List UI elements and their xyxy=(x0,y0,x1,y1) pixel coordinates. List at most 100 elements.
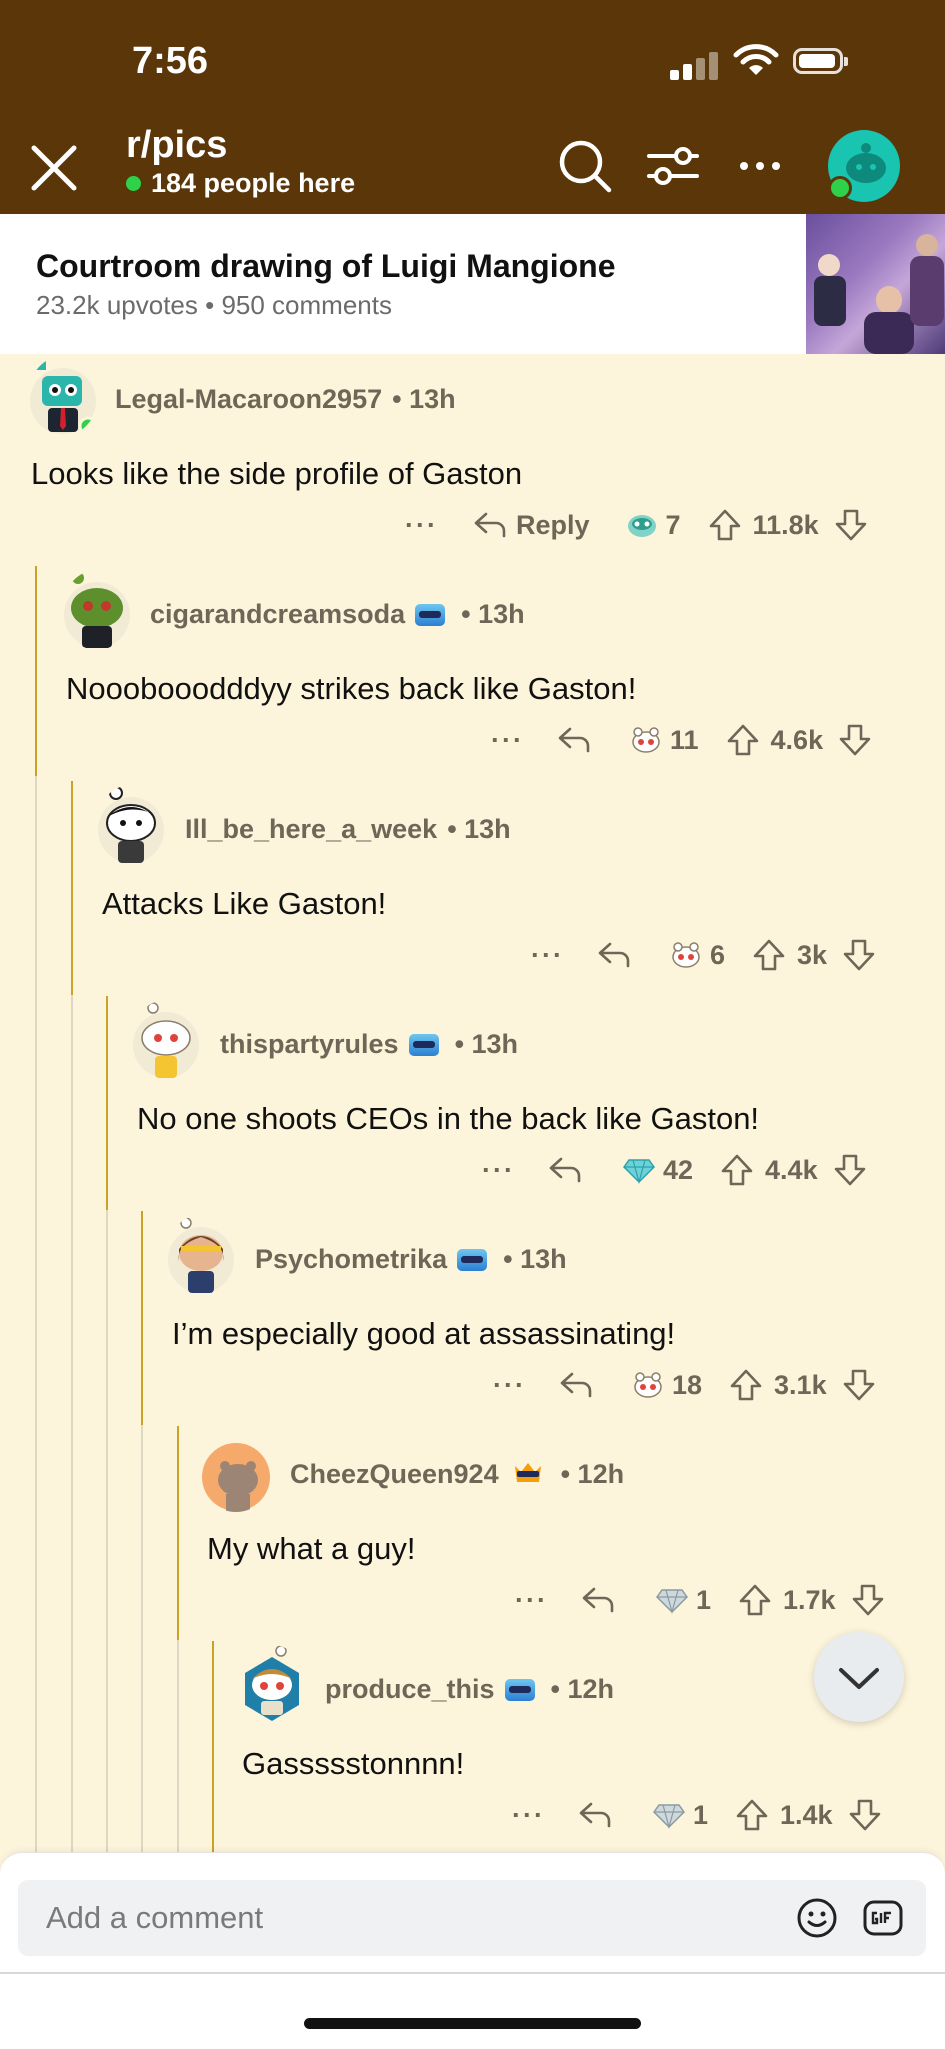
thread-line[interactable] xyxy=(106,1210,108,1852)
award[interactable]: 6 xyxy=(670,940,725,971)
comment-actions: ··· 1 1.4k xyxy=(512,1795,883,1835)
post-thumbnail[interactable] xyxy=(806,214,945,354)
upvote-icon[interactable] xyxy=(725,722,761,758)
award[interactable]: 42 xyxy=(623,1155,693,1186)
reply-icon[interactable] xyxy=(596,940,632,970)
comment-text: Attacks Like Gaston! xyxy=(102,886,387,921)
snoo-award-icon xyxy=(632,727,660,753)
online-count-text: 184 people here xyxy=(151,168,356,198)
user-avatar[interactable] xyxy=(96,785,166,865)
downvote-icon[interactable] xyxy=(832,1152,868,1188)
downvote-icon[interactable] xyxy=(833,507,869,543)
user-avatar[interactable] xyxy=(201,1442,271,1512)
user-avatar[interactable] xyxy=(131,1000,201,1080)
reply-icon[interactable] xyxy=(558,1370,594,1400)
comment-input[interactable]: Add a comment xyxy=(18,1880,926,1956)
downvote-icon[interactable] xyxy=(841,1367,877,1403)
more-options-icon[interactable]: ··· xyxy=(405,510,438,541)
downvote-icon[interactable] xyxy=(841,937,877,973)
thread-line[interactable] xyxy=(35,776,37,1852)
comment-author[interactable]: thispartyrules • 13h xyxy=(220,1029,518,1060)
reply-icon[interactable] xyxy=(580,1585,616,1615)
author-name[interactable]: Ill_be_here_a_week xyxy=(185,814,437,845)
comment-text: Nooobooodddyy strikes back like Gaston! xyxy=(66,671,637,706)
award[interactable]: 18 xyxy=(632,1370,702,1401)
author-name[interactable]: cigarandcreamsoda xyxy=(150,599,405,630)
user-avatar[interactable] xyxy=(166,1215,236,1295)
reply-button[interactable]: Reply xyxy=(516,510,590,541)
comment-author[interactable]: CheezQueen924 • 12h xyxy=(290,1459,624,1490)
gif-icon[interactable] xyxy=(862,1897,904,1939)
downvote-icon[interactable] xyxy=(850,1582,886,1618)
comment-author[interactable]: Ill_be_here_a_week • 13h xyxy=(185,814,511,845)
comment-author[interactable]: produce_this • 12h xyxy=(325,1674,614,1705)
comment-age: • 13h xyxy=(392,384,456,414)
comment-input-placeholder: Add a comment xyxy=(46,1900,264,1935)
author-name[interactable]: thispartyrules xyxy=(220,1029,399,1060)
upvote-icon[interactable] xyxy=(737,1582,773,1618)
subreddit-name[interactable]: r/pics xyxy=(126,124,227,167)
next-comment-button[interactable] xyxy=(814,1632,904,1722)
upvote-icon[interactable] xyxy=(734,1797,770,1833)
upvote-icon[interactable] xyxy=(751,937,787,973)
more-options-icon[interactable]: ··· xyxy=(515,1585,548,1616)
vote-score: 4.4k xyxy=(765,1154,818,1185)
snoo-avatar-icon xyxy=(846,143,886,183)
thread-line[interactable] xyxy=(71,995,73,1852)
upvote-icon[interactable] xyxy=(728,1367,764,1403)
more-options-icon[interactable]: ··· xyxy=(512,1800,545,1831)
upvote-icon[interactable] xyxy=(719,1152,755,1188)
comment-actions: ··· 42 4.4k xyxy=(482,1150,868,1190)
reply-icon[interactable] xyxy=(472,510,508,540)
user-avatar[interactable] xyxy=(828,130,900,202)
thread-line[interactable] xyxy=(141,1425,143,1852)
more-options-icon[interactable]: ··· xyxy=(531,940,564,971)
author-name[interactable]: produce_this xyxy=(325,1674,495,1705)
author-name[interactable]: Legal-Macaroon2957 xyxy=(115,384,382,415)
comment-actions: ··· 11 4.6k xyxy=(491,720,873,760)
thread-line[interactable] xyxy=(177,1640,179,1852)
thread-line[interactable] xyxy=(212,1641,214,1852)
search-icon[interactable] xyxy=(555,136,615,196)
vote-score: 1.4k xyxy=(780,1799,833,1830)
sunglasses-flair-icon xyxy=(408,1033,439,1056)
user-avatar[interactable] xyxy=(237,1645,307,1725)
home-indicator[interactable] xyxy=(304,2018,641,2029)
award[interactable]: 11 xyxy=(630,725,699,756)
snoo-award-icon xyxy=(672,942,700,968)
upvote-icon[interactable] xyxy=(707,507,743,543)
award[interactable]: 7 xyxy=(626,510,681,541)
more-options-icon[interactable]: ··· xyxy=(491,725,524,756)
reply-icon[interactable] xyxy=(577,1800,613,1830)
thread-line[interactable] xyxy=(106,996,108,1210)
comment-author[interactable]: Legal-Macaroon2957 • 13h xyxy=(115,384,456,415)
online-dot-icon xyxy=(126,176,141,191)
award[interactable]: 1 xyxy=(656,1585,711,1616)
more-options-icon[interactable]: ··· xyxy=(493,1370,526,1401)
vote-score: 11.8k xyxy=(752,509,819,540)
author-name[interactable]: CheezQueen924 xyxy=(290,1459,499,1490)
vote-score: 1.7k xyxy=(783,1584,836,1615)
award[interactable]: 1 xyxy=(653,1800,708,1831)
thread-line[interactable] xyxy=(35,566,37,776)
post-title[interactable]: Courtroom drawing of Luigi Mangione xyxy=(36,248,616,285)
more-options-icon[interactable] xyxy=(730,136,790,196)
close-icon[interactable] xyxy=(26,140,82,196)
comment-actions: ··· 1 1.7k xyxy=(515,1580,886,1620)
comment-author[interactable]: cigarandcreamsoda • 13h xyxy=(150,599,525,630)
comment-actions: ··· 18 3.1k xyxy=(493,1365,877,1405)
thread-line[interactable] xyxy=(71,781,73,995)
user-avatar[interactable] xyxy=(28,356,98,436)
downvote-icon[interactable] xyxy=(847,1797,883,1833)
more-options-icon[interactable]: ··· xyxy=(482,1155,515,1186)
reply-icon[interactable] xyxy=(547,1155,583,1185)
comment-author[interactable]: Psychometrika • 13h xyxy=(255,1244,567,1275)
downvote-icon[interactable] xyxy=(837,722,873,758)
emoji-icon[interactable] xyxy=(796,1897,838,1939)
reply-icon[interactable] xyxy=(556,725,592,755)
thread-line[interactable] xyxy=(141,1211,143,1425)
thread-line[interactable] xyxy=(177,1426,179,1640)
user-avatar[interactable] xyxy=(62,570,132,650)
author-name[interactable]: Psychometrika xyxy=(255,1244,447,1275)
sort-filter-icon[interactable] xyxy=(643,136,703,196)
